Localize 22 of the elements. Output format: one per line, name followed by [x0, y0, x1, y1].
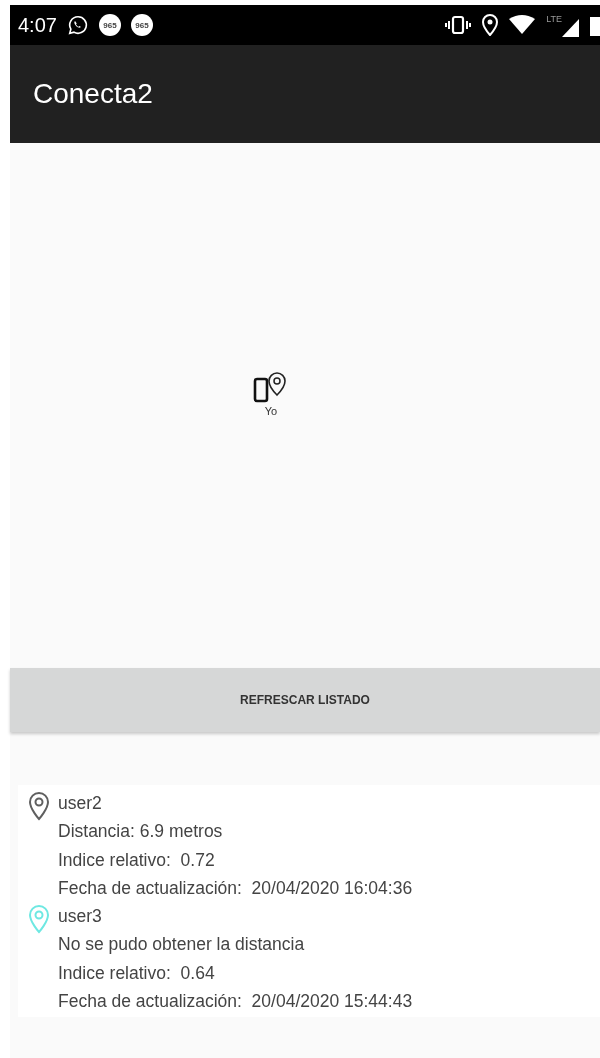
location-icon	[482, 14, 499, 36]
me-label: Yo	[264, 405, 278, 417]
app-title: Conecta2	[33, 78, 153, 110]
user-name: user2	[58, 792, 102, 815]
user-name: user3	[58, 905, 102, 929]
distance-text: No se pudo obtener la distancia	[58, 933, 305, 957]
vibrate-icon	[444, 15, 473, 35]
update-date-text: Fecha de actualización: 20/04/2020 16:04:36	[58, 876, 413, 900]
refresh-button[interactable]: REFRESCAR LISTADO	[10, 668, 600, 732]
battery-icon	[590, 14, 600, 36]
notification-badge: 965	[98, 14, 121, 36]
wifi-icon	[508, 15, 537, 35]
relative-index-text: Indice relativo: 0.64	[58, 961, 215, 985]
signal-icon	[562, 19, 580, 37]
status-time: 4:07	[18, 13, 57, 37]
distance-text: Distancia: 6.9 metros	[58, 820, 223, 844]
network-type: LTE	[546, 14, 562, 24]
phone-location-icon	[253, 371, 289, 403]
relative-index-text: Indice relativo: 0.72	[58, 848, 215, 872]
whatsapp-icon	[66, 14, 89, 36]
update-date-text: Fecha de actualización: 20/04/2020 15:44:43	[58, 990, 413, 1014]
notification-badge: 965	[130, 14, 153, 36]
